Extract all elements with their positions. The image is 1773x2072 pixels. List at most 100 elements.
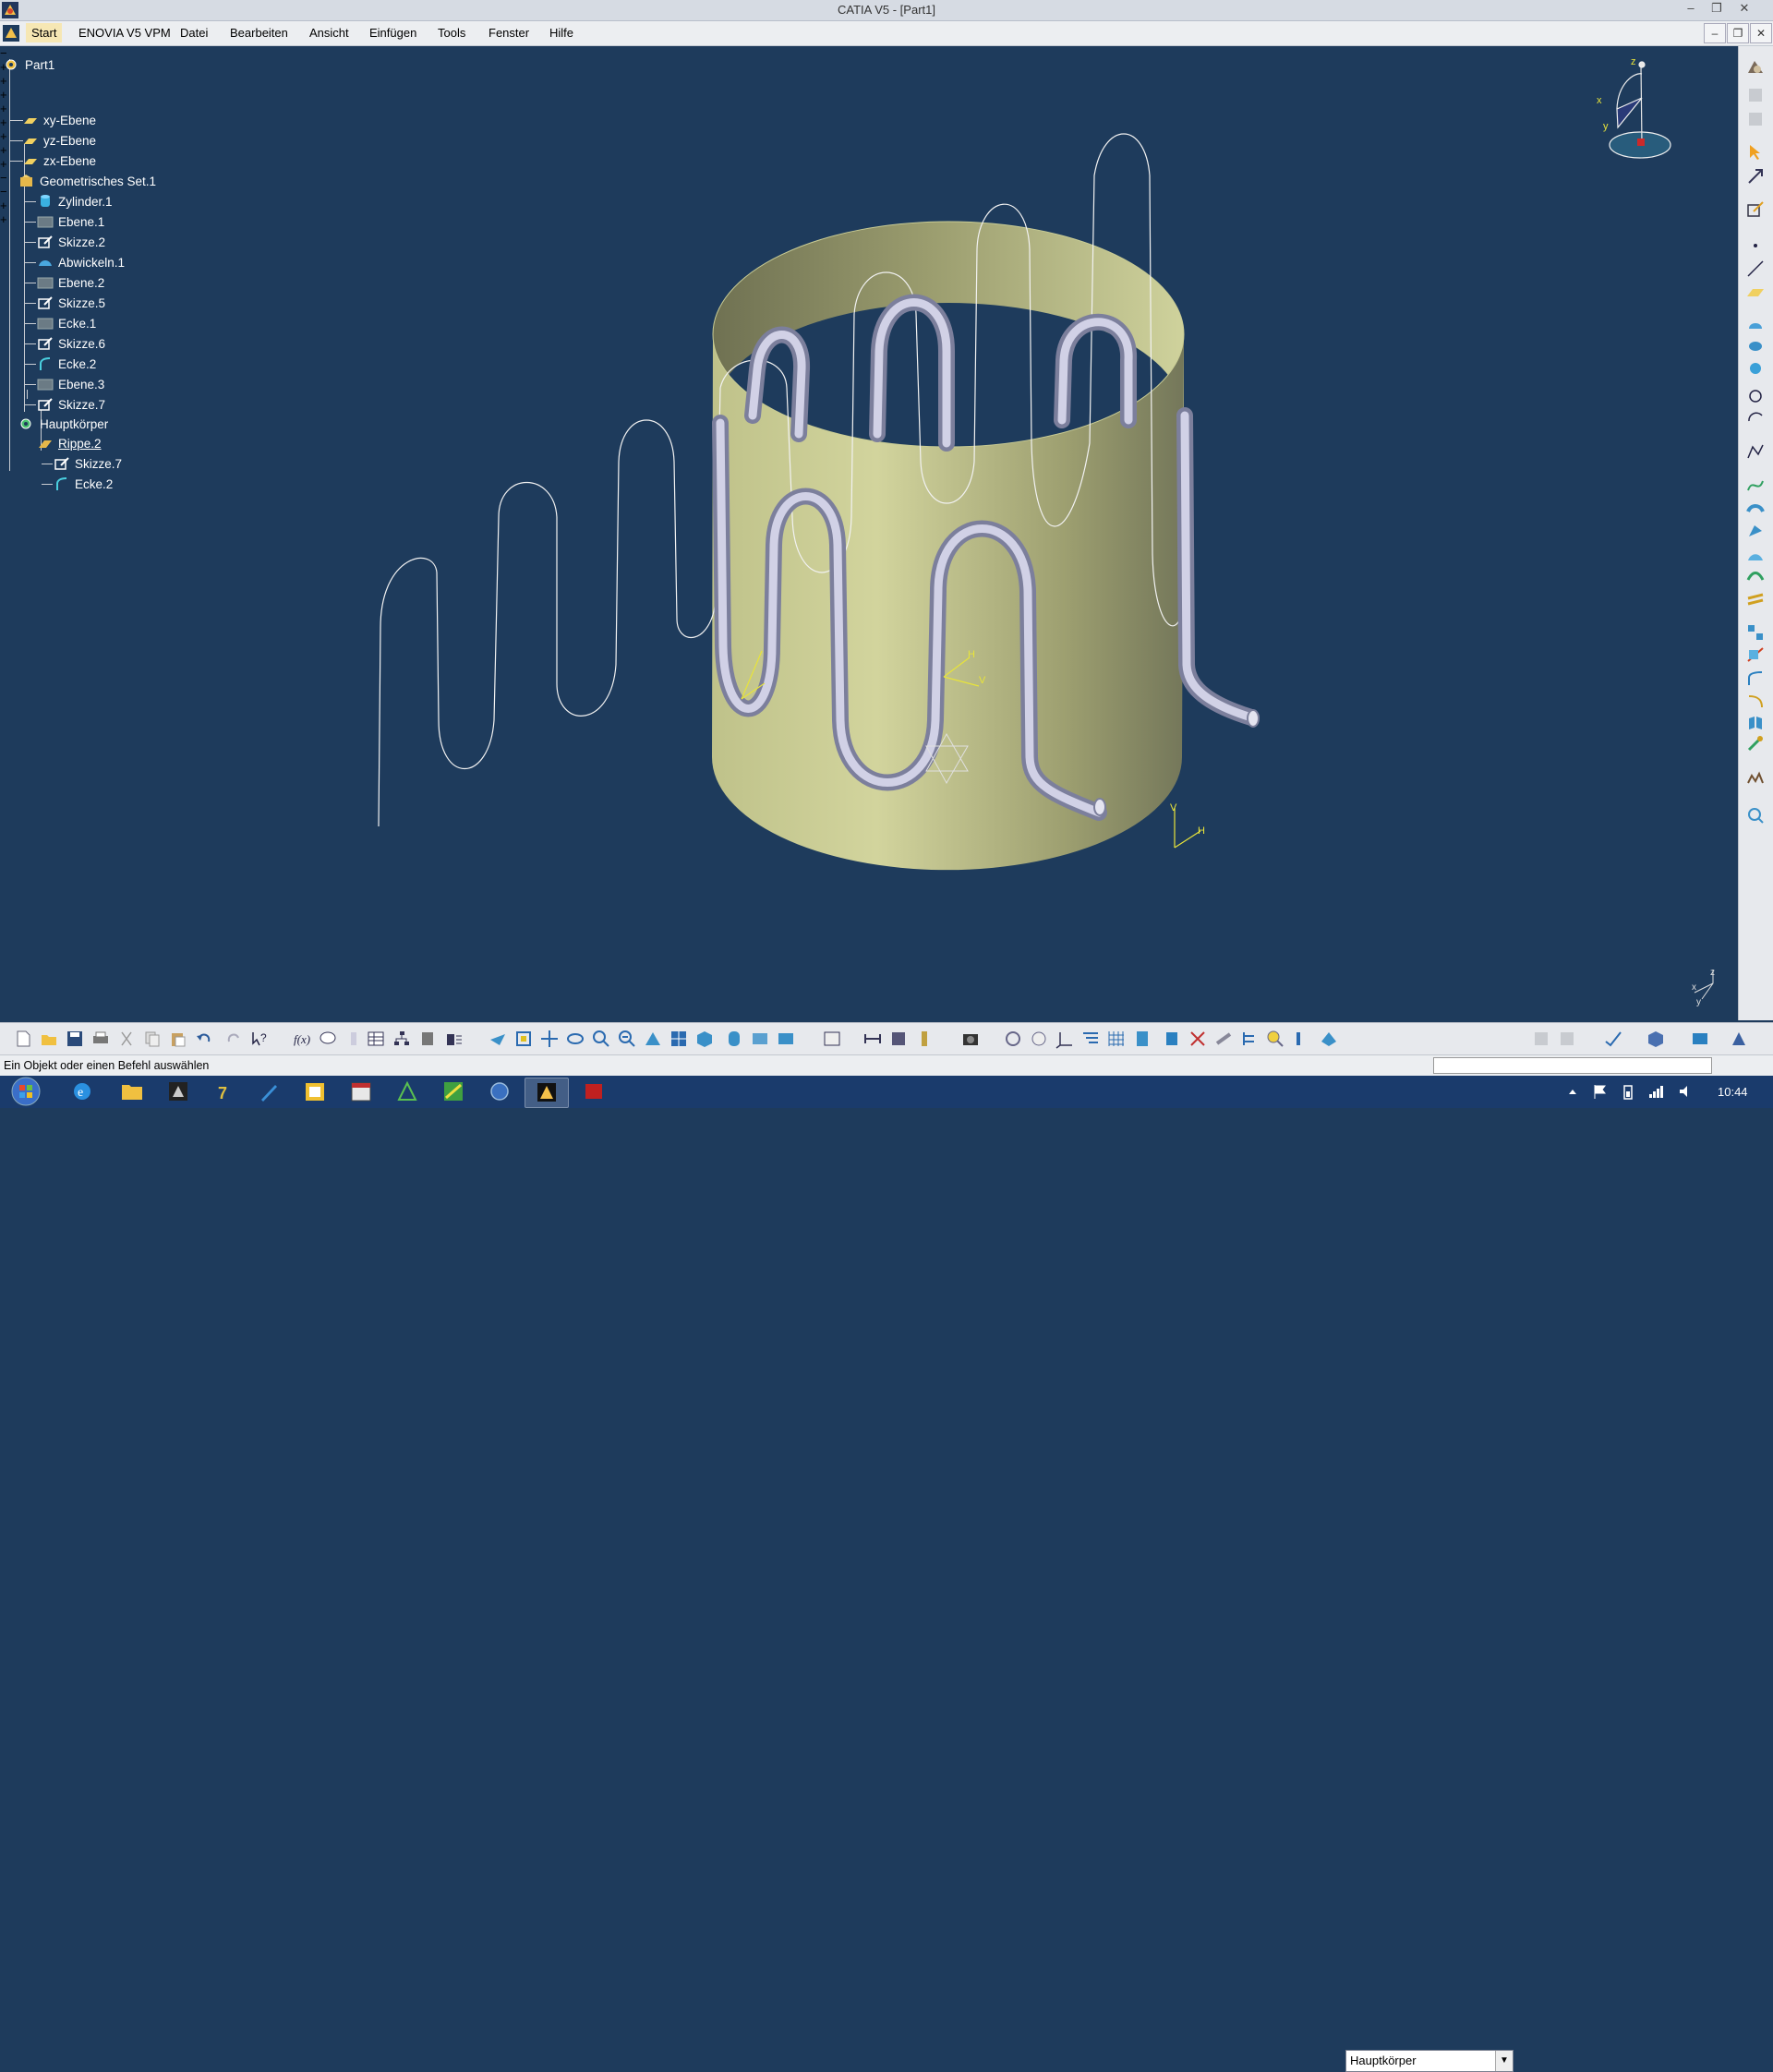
doc-close-button[interactable]: ✕ bbox=[1750, 23, 1772, 43]
hand-icon[interactable] bbox=[1029, 1029, 1049, 1049]
tree-node-geoset[interactable]: Geometrisches Set.1 bbox=[18, 171, 156, 191]
tree-node-skizze-2[interactable]: Skizze.2 bbox=[37, 232, 105, 252]
chevron-down-icon[interactable]: ▼ bbox=[1495, 2051, 1513, 2071]
blend-icon[interactable] bbox=[1745, 567, 1766, 587]
tree-node-rippe-2[interactable]: Rippe.2 bbox=[37, 433, 102, 453]
tree-node-ecke-1[interactable]: Ecke.1 bbox=[37, 313, 96, 333]
taskbar-outlook[interactable] bbox=[294, 1078, 336, 1106]
start-orb-icon[interactable] bbox=[9, 1077, 42, 1107]
circle-icon[interactable] bbox=[1745, 386, 1766, 406]
taskbar-explorer[interactable] bbox=[111, 1078, 153, 1106]
image-icon[interactable] bbox=[1690, 1029, 1710, 1049]
document-icon[interactable] bbox=[2, 24, 20, 42]
tree-node-skizze-5[interactable]: Skizze.5 bbox=[37, 293, 105, 313]
close-button[interactable]: ✕ bbox=[1732, 1, 1756, 16]
translate-icon[interactable] bbox=[1745, 713, 1766, 733]
tree-icon[interactable] bbox=[1239, 1029, 1260, 1049]
tray-expand-icon[interactable] bbox=[1566, 1085, 1579, 1098]
restore-button[interactable]: ❐ bbox=[1705, 1, 1729, 16]
point-icon[interactable] bbox=[1745, 235, 1766, 256]
tree-node-skizze-6[interactable]: Skizze.6 bbox=[37, 333, 105, 354]
menu-einfuegen[interactable]: Einfügen bbox=[369, 26, 416, 40]
plane-tool-icon[interactable] bbox=[1745, 282, 1766, 302]
knowledge-icon[interactable] bbox=[1745, 805, 1766, 825]
menu-tools[interactable]: Tools bbox=[438, 26, 465, 40]
multi-view-icon[interactable] bbox=[669, 1029, 689, 1049]
tree-node-ecke-2[interactable]: Ecke.2 bbox=[37, 354, 96, 374]
disabled-tool-icon[interactable] bbox=[1557, 1029, 1577, 1049]
iso-view-icon[interactable] bbox=[694, 1029, 715, 1049]
disabled-tool-icon[interactable] bbox=[1745, 85, 1766, 105]
catalog-icon[interactable] bbox=[417, 1029, 438, 1049]
taskbar-app-8[interactable] bbox=[386, 1078, 428, 1106]
tree-node-yz-plane[interactable]: yz-Ebene bbox=[22, 130, 96, 151]
inertia-icon[interactable] bbox=[914, 1029, 935, 1049]
shading-icon[interactable] bbox=[724, 1029, 744, 1049]
spline-icon[interactable] bbox=[1745, 476, 1766, 496]
normal-view-icon[interactable] bbox=[643, 1029, 663, 1049]
split-icon[interactable] bbox=[1745, 644, 1766, 665]
cut-icon[interactable] bbox=[116, 1029, 137, 1049]
sketcher-icon[interactable] bbox=[1745, 199, 1766, 220]
rotate-icon[interactable] bbox=[565, 1029, 585, 1049]
battery-icon[interactable] bbox=[1620, 1083, 1636, 1100]
list-icon[interactable] bbox=[1291, 1029, 1311, 1049]
define-in-work-object-icon[interactable] bbox=[1319, 1029, 1339, 1049]
doc-restore-button[interactable]: ❐ bbox=[1727, 23, 1749, 43]
save-icon[interactable] bbox=[65, 1029, 85, 1049]
doc-minimize-button[interactable]: – bbox=[1704, 23, 1726, 43]
taskbar-app-12[interactable] bbox=[573, 1078, 615, 1106]
disabled-tool-icon[interactable] bbox=[1531, 1029, 1551, 1049]
tree-node-zx-plane[interactable]: zx-Ebene bbox=[22, 151, 96, 171]
measure-icon[interactable] bbox=[443, 1029, 464, 1049]
current-body-dropdown[interactable]: Hauptkörper ▼ bbox=[1345, 2050, 1514, 2072]
axis-system-icon[interactable] bbox=[1055, 1029, 1075, 1049]
tree-node-ebene-3[interactable]: Ebene.3 bbox=[37, 374, 104, 394]
join-icon[interactable] bbox=[1745, 622, 1766, 643]
compass-icon[interactable]: z x y bbox=[1597, 56, 1671, 159]
tree-node-skizze-7[interactable]: Skizze.7 bbox=[37, 394, 105, 415]
taskbar-calendar[interactable] bbox=[340, 1078, 382, 1106]
revolve-icon[interactable] bbox=[1745, 336, 1766, 356]
workbench-icon[interactable] bbox=[1745, 57, 1766, 78]
line-icon[interactable] bbox=[1745, 259, 1766, 279]
taskbar-app-10[interactable] bbox=[478, 1078, 521, 1106]
measure-item-icon[interactable] bbox=[888, 1029, 909, 1049]
new-document-icon[interactable] bbox=[13, 1029, 33, 1049]
volume-icon[interactable] bbox=[1677, 1083, 1694, 1100]
tree-node-zylinder[interactable]: Zylinder.1 bbox=[37, 191, 113, 211]
tree-node-abwickeln[interactable]: Abwickeln.1 bbox=[37, 252, 125, 272]
tree-node-ebene-2[interactable]: Ebene.2 bbox=[37, 272, 104, 293]
pattern-icon[interactable] bbox=[1745, 735, 1766, 755]
analysis-icon[interactable] bbox=[1745, 768, 1766, 789]
update-icon[interactable] bbox=[1003, 1029, 1023, 1049]
fill-icon[interactable] bbox=[1745, 522, 1766, 542]
fit-all-icon[interactable] bbox=[513, 1029, 534, 1049]
expand-ebene1-toggle[interactable]: + bbox=[0, 74, 277, 88]
network-signal-icon[interactable] bbox=[1647, 1083, 1664, 1100]
menu-enovia[interactable]: ENOVIA V5 VPM bbox=[78, 26, 171, 40]
search-icon[interactable] bbox=[1265, 1029, 1285, 1049]
menu-ansicht[interactable]: Ansicht bbox=[309, 26, 349, 40]
tree-node-xy-plane[interactable]: xy-Ebene bbox=[22, 110, 96, 130]
fly-mode-icon[interactable] bbox=[488, 1029, 508, 1049]
fillet-icon[interactable] bbox=[1745, 669, 1766, 689]
measure-between-icon[interactable] bbox=[862, 1029, 883, 1049]
paste-icon[interactable] bbox=[168, 1029, 188, 1049]
print-icon[interactable] bbox=[90, 1029, 111, 1049]
formula-icon[interactable]: f(x) bbox=[292, 1029, 312, 1049]
command-input[interactable] bbox=[1433, 1057, 1712, 1074]
work-on-support-icon[interactable] bbox=[1132, 1029, 1152, 1049]
menu-bearbeiten[interactable]: Bearbeiten bbox=[230, 26, 288, 40]
undo-icon[interactable] bbox=[194, 1029, 214, 1049]
curve-fillet-icon[interactable] bbox=[1745, 691, 1766, 711]
comment-icon[interactable] bbox=[318, 1029, 338, 1049]
pan-icon[interactable] bbox=[539, 1029, 560, 1049]
sphere-icon[interactable] bbox=[1745, 358, 1766, 379]
sweep-icon[interactable] bbox=[1745, 499, 1766, 519]
copy-icon[interactable] bbox=[142, 1029, 163, 1049]
taskbar-7zip[interactable]: 7 bbox=[203, 1078, 246, 1106]
disabled-tool-icon[interactable] bbox=[1745, 109, 1766, 129]
tree-node-rippe-ecke-2[interactable]: Ecke.2 bbox=[54, 474, 113, 494]
hierarchy-icon[interactable] bbox=[392, 1029, 412, 1049]
